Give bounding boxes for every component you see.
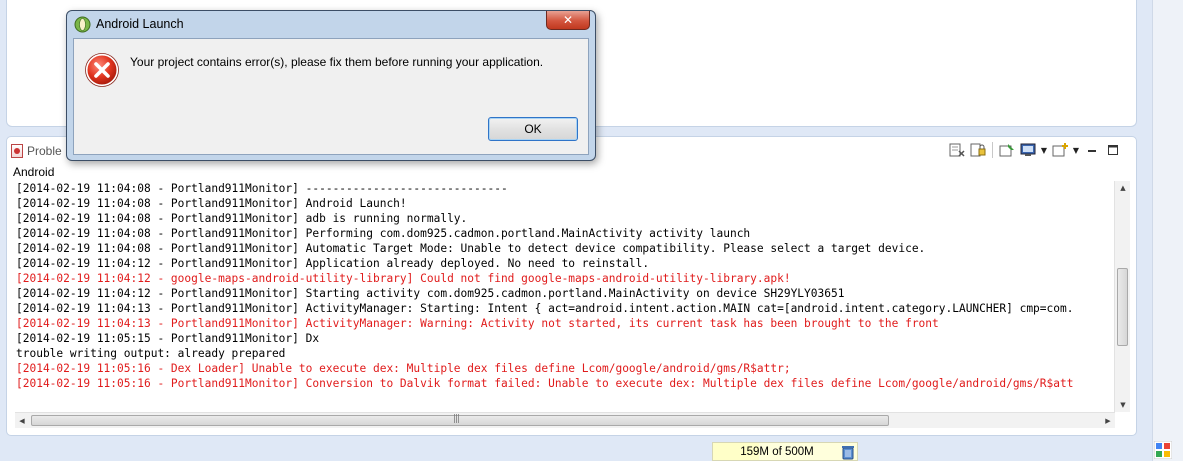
heap-status: 159M of 500M [712, 442, 858, 461]
grip-icon: ||| [453, 414, 460, 424]
chevron-down-icon[interactable]: ▼ [1072, 142, 1080, 158]
maximize-icon[interactable] [1104, 142, 1122, 158]
console-line: [2014-02-19 11:04:12 - Portland911Monito… [16, 257, 650, 270]
console-line-error: [2014-02-19 11:05:16 - Dex Loader] Unabl… [16, 362, 791, 375]
android-launch-dialog: Android Launch ✕ Your project contains e… [66, 10, 596, 161]
open-console-icon[interactable] [1051, 142, 1069, 158]
horizontal-scroll-thumb[interactable]: ||| [31, 414, 889, 426]
heap-status-label: 159M of 500M [740, 445, 814, 458]
console-line: trouble writing output: already prepared [16, 347, 286, 360]
console-line: [2014-02-19 11:04:08 - Portland911Monito… [16, 182, 508, 195]
display-console-icon[interactable] [1019, 142, 1037, 158]
console-line: [2014-02-19 11:04:13 - Portland911Monito… [16, 302, 1074, 315]
scroll-lock-icon[interactable] [969, 142, 987, 158]
horizontal-scrollbar[interactable]: ◀ ||| ▶ [15, 412, 1115, 428]
problems-icon [11, 144, 23, 158]
scroll-down-icon[interactable]: ▼ [1115, 398, 1131, 412]
tab-problems-label: Proble [27, 144, 62, 158]
console-output[interactable]: [2014-02-19 11:04:08 - Portland911Monito… [9, 181, 1121, 412]
console-line: [2014-02-19 11:04:08 - Portland911Monito… [16, 197, 407, 210]
minimize-icon[interactable] [1083, 142, 1101, 158]
error-icon [85, 53, 119, 87]
console-line: [2014-02-19 11:04:08 - Portland911Monito… [16, 242, 926, 255]
console-name: Android [13, 165, 55, 179]
console-line-error: [2014-02-19 11:04:13 - Portland911Monito… [16, 317, 939, 330]
scroll-right-icon[interactable]: ▶ [1101, 413, 1115, 429]
close-icon: ✕ [562, 13, 574, 27]
dialog-title: Android Launch [96, 17, 184, 31]
console-line: [2014-02-19 11:05:15 - Portland911Monito… [16, 332, 320, 345]
console-line: [2014-02-19 11:04:08 - Portland911Monito… [16, 227, 751, 240]
clear-console-icon[interactable] [948, 142, 966, 158]
pin-console-icon[interactable] [998, 142, 1016, 158]
console-toolbar: ▼ ▼ [948, 142, 1122, 158]
tab-problems[interactable]: Proble [11, 143, 62, 159]
garbage-collect-icon[interactable] [840, 444, 856, 460]
dialog-titlebar[interactable]: Android Launch ✕ [67, 11, 595, 38]
dialog-body: Your project contains error(s), please f… [73, 38, 589, 155]
vertical-scrollbar[interactable]: ▲ ▼ [1114, 181, 1130, 412]
chevron-down-icon[interactable]: ▼ [1040, 142, 1048, 158]
scroll-left-icon[interactable]: ◀ [15, 413, 29, 429]
console-line: [2014-02-19 11:04:08 - Portland911Monito… [16, 212, 468, 225]
console-line-error: [2014-02-19 11:04:12 - google-maps-andro… [16, 272, 791, 285]
ok-button[interactable]: OK [488, 117, 578, 141]
close-button[interactable]: ✕ [546, 11, 590, 30]
eclipse-icon [74, 16, 91, 33]
google-plugin-icon[interactable] [1154, 441, 1172, 459]
console-view: Proble ▼ ▼ Android [2014-02-19 11:04:08 … [6, 136, 1137, 436]
console-line: [2014-02-19 11:04:12 - Portland911Monito… [16, 287, 845, 300]
dialog-message: Your project contains error(s), please f… [130, 55, 544, 69]
console-line-error: [2014-02-19 11:05:16 - Portland911Monito… [16, 377, 1074, 390]
scroll-up-icon[interactable]: ▲ [1115, 181, 1131, 195]
right-trim-bar [1152, 0, 1183, 461]
vertical-scroll-thumb[interactable] [1117, 268, 1128, 346]
